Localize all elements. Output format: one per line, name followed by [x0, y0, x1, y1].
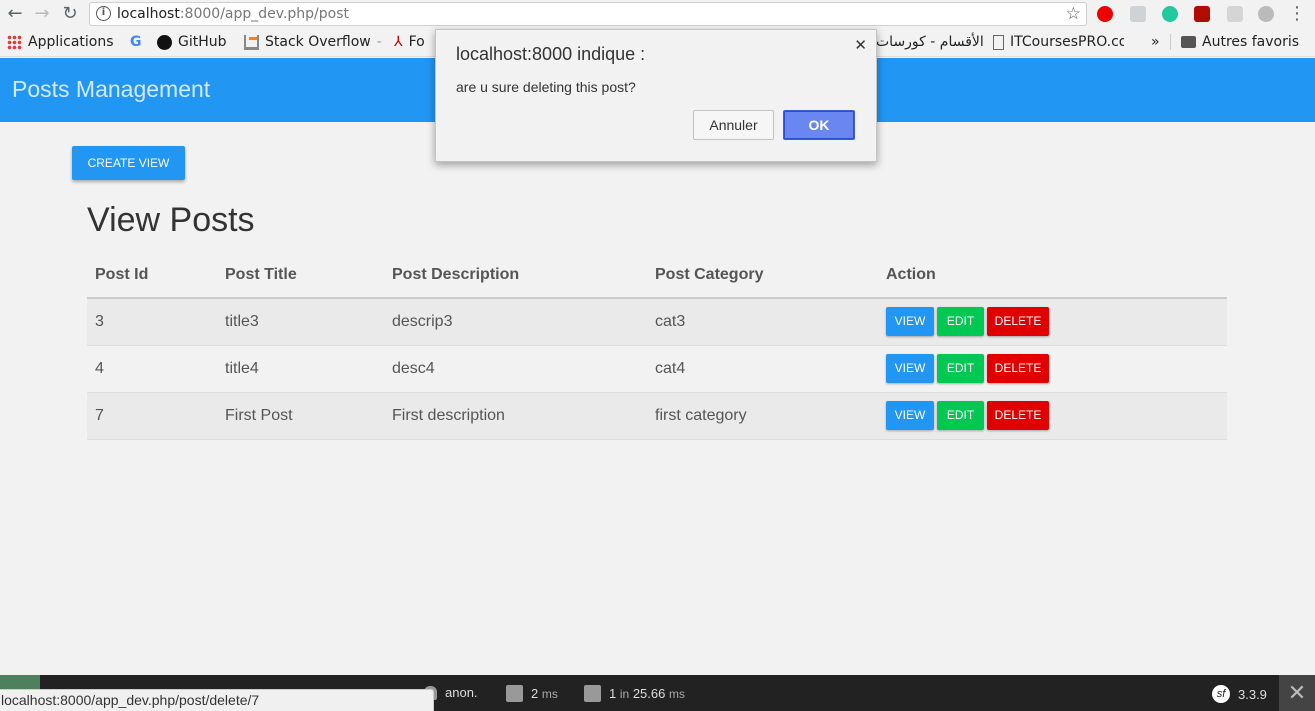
apps-grid-icon	[7, 34, 22, 50]
cell-category: cat4	[647, 345, 878, 393]
table-row: 4 title4 desc4 cat4 VIEW EDIT DELETE	[87, 345, 1227, 393]
bookmark-arabic[interactable]: الأقسام - كورسات	[876, 34, 984, 50]
delete-button[interactable]: DELETE	[987, 354, 1049, 383]
edit-button[interactable]: EDIT	[937, 401, 984, 430]
cell-category: first category	[647, 392, 878, 440]
close-icon[interactable]: ✕	[854, 36, 867, 54]
toolbar-database[interactable]: 1 in 25.66 ms	[584, 685, 685, 702]
folder-icon	[1181, 36, 1196, 48]
dialog-message: are u sure deleting this post?	[456, 79, 636, 95]
delete-button[interactable]: DELETE	[987, 307, 1049, 337]
bookmark-fade: -	[376, 34, 382, 50]
bookmark-fo-icon: ⅄	[394, 34, 403, 50]
cell-title: title3	[217, 298, 384, 346]
status-bar-url: localhost:8000/app_dev.php/post/delete/7	[0, 689, 434, 711]
bookmark-autres-favoris[interactable]: Autres favoris	[1170, 34, 1299, 50]
browser-toolbar: ← → ↻ i localhost:8000/app_dev.php/post …	[0, 0, 1315, 29]
timer-icon	[506, 685, 523, 702]
delete-button[interactable]: DELETE	[987, 401, 1049, 430]
bookmark-applications[interactable]: Applications	[7, 34, 114, 50]
cell-actions: VIEW EDIT DELETE	[878, 345, 1227, 393]
cell-category: cat3	[647, 298, 878, 346]
bookmark-itcoursespro[interactable]: ITCoursesPRO.co	[993, 34, 1124, 50]
header-post-category: Post Category	[647, 252, 878, 299]
ok-button[interactable]: OK	[783, 110, 855, 140]
database-icon	[584, 685, 601, 702]
view-button[interactable]: VIEW	[886, 401, 934, 430]
address-bar[interactable]: i localhost:8000/app_dev.php/post ☆	[89, 2, 1087, 26]
back-icon[interactable]: ←	[4, 3, 26, 25]
cell-id: 3	[87, 298, 217, 346]
cell-description: descrip3	[384, 298, 647, 346]
url-text: localhost:8000/app_dev.php/post	[117, 6, 350, 22]
header-action: Action	[878, 252, 1227, 299]
extension-icon-2[interactable]	[1258, 6, 1274, 22]
dialog-title: localhost:8000 indique :	[456, 44, 646, 64]
view-button[interactable]: VIEW	[886, 307, 934, 337]
app-title: Posts Management	[12, 76, 211, 102]
cell-id: 7	[87, 392, 217, 440]
cancel-button[interactable]: Annuler	[693, 110, 774, 140]
symfony-logo-icon: sf	[1212, 685, 1230, 703]
confirm-dialog: localhost:8000 indique : ✕ are u sure de…	[435, 29, 877, 162]
header-post-description: Post Description	[384, 252, 647, 299]
table-header-row: Post Id Post Title Post Description Post…	[87, 252, 1227, 299]
bookmarks-overflow[interactable]: »	[1151, 34, 1160, 50]
bookmark-star-icon[interactable]: ☆	[1066, 4, 1081, 24]
page-title: View Posts	[87, 201, 255, 239]
table-row: 3 title3 descrip3 cat3 VIEW EDIT DELETE	[87, 298, 1227, 346]
m-extension-icon[interactable]	[1162, 6, 1178, 22]
bookmark-stackoverflow[interactable]: Stack Overflow -	[244, 34, 382, 50]
cell-id: 4	[87, 345, 217, 393]
bookmark-google[interactable]: G	[130, 34, 142, 50]
cell-description: desc4	[384, 345, 647, 393]
cell-title: First Post	[217, 392, 384, 440]
pdf-extension-icon[interactable]	[1194, 6, 1210, 22]
forward-icon[interactable]: →	[31, 3, 53, 25]
toolbar-time[interactable]: 2 ms	[506, 685, 558, 702]
edit-button[interactable]: EDIT	[937, 307, 984, 337]
bookmark-github[interactable]: GitHub	[157, 34, 227, 50]
header-post-title: Post Title	[217, 252, 384, 299]
cell-actions: VIEW EDIT DELETE	[878, 392, 1227, 440]
github-icon	[157, 34, 172, 50]
header-post-id: Post Id	[87, 252, 217, 299]
stackoverflow-icon	[244, 34, 259, 50]
reload-icon[interactable]: ↻	[59, 3, 81, 25]
toolbar-version[interactable]: sf 3.3.9	[1212, 685, 1267, 703]
cell-description: First description	[384, 392, 647, 440]
cell-title: title4	[217, 345, 384, 393]
close-toolbar-icon[interactable]: ✕	[1279, 675, 1315, 711]
info-icon[interactable]: i	[96, 6, 111, 21]
posts-table: Post Id Post Title Post Description Post…	[87, 252, 1227, 440]
cube-extension-icon[interactable]	[1130, 6, 1146, 22]
opera-extension-icon[interactable]	[1097, 6, 1113, 22]
bookmark-fo[interactable]: ⅄ Fo	[394, 34, 425, 50]
google-icon: G	[130, 34, 142, 50]
extension-icon[interactable]	[1227, 6, 1243, 22]
menu-icon[interactable]: ⋮	[1286, 3, 1308, 25]
table-row: 7 First Post First description first cat…	[87, 392, 1227, 440]
page-icon	[993, 34, 1004, 50]
cell-actions: VIEW EDIT DELETE	[878, 298, 1227, 346]
view-button[interactable]: VIEW	[886, 354, 934, 383]
create-view-button[interactable]: CREATE VIEW	[72, 146, 185, 180]
edit-button[interactable]: EDIT	[937, 354, 984, 383]
